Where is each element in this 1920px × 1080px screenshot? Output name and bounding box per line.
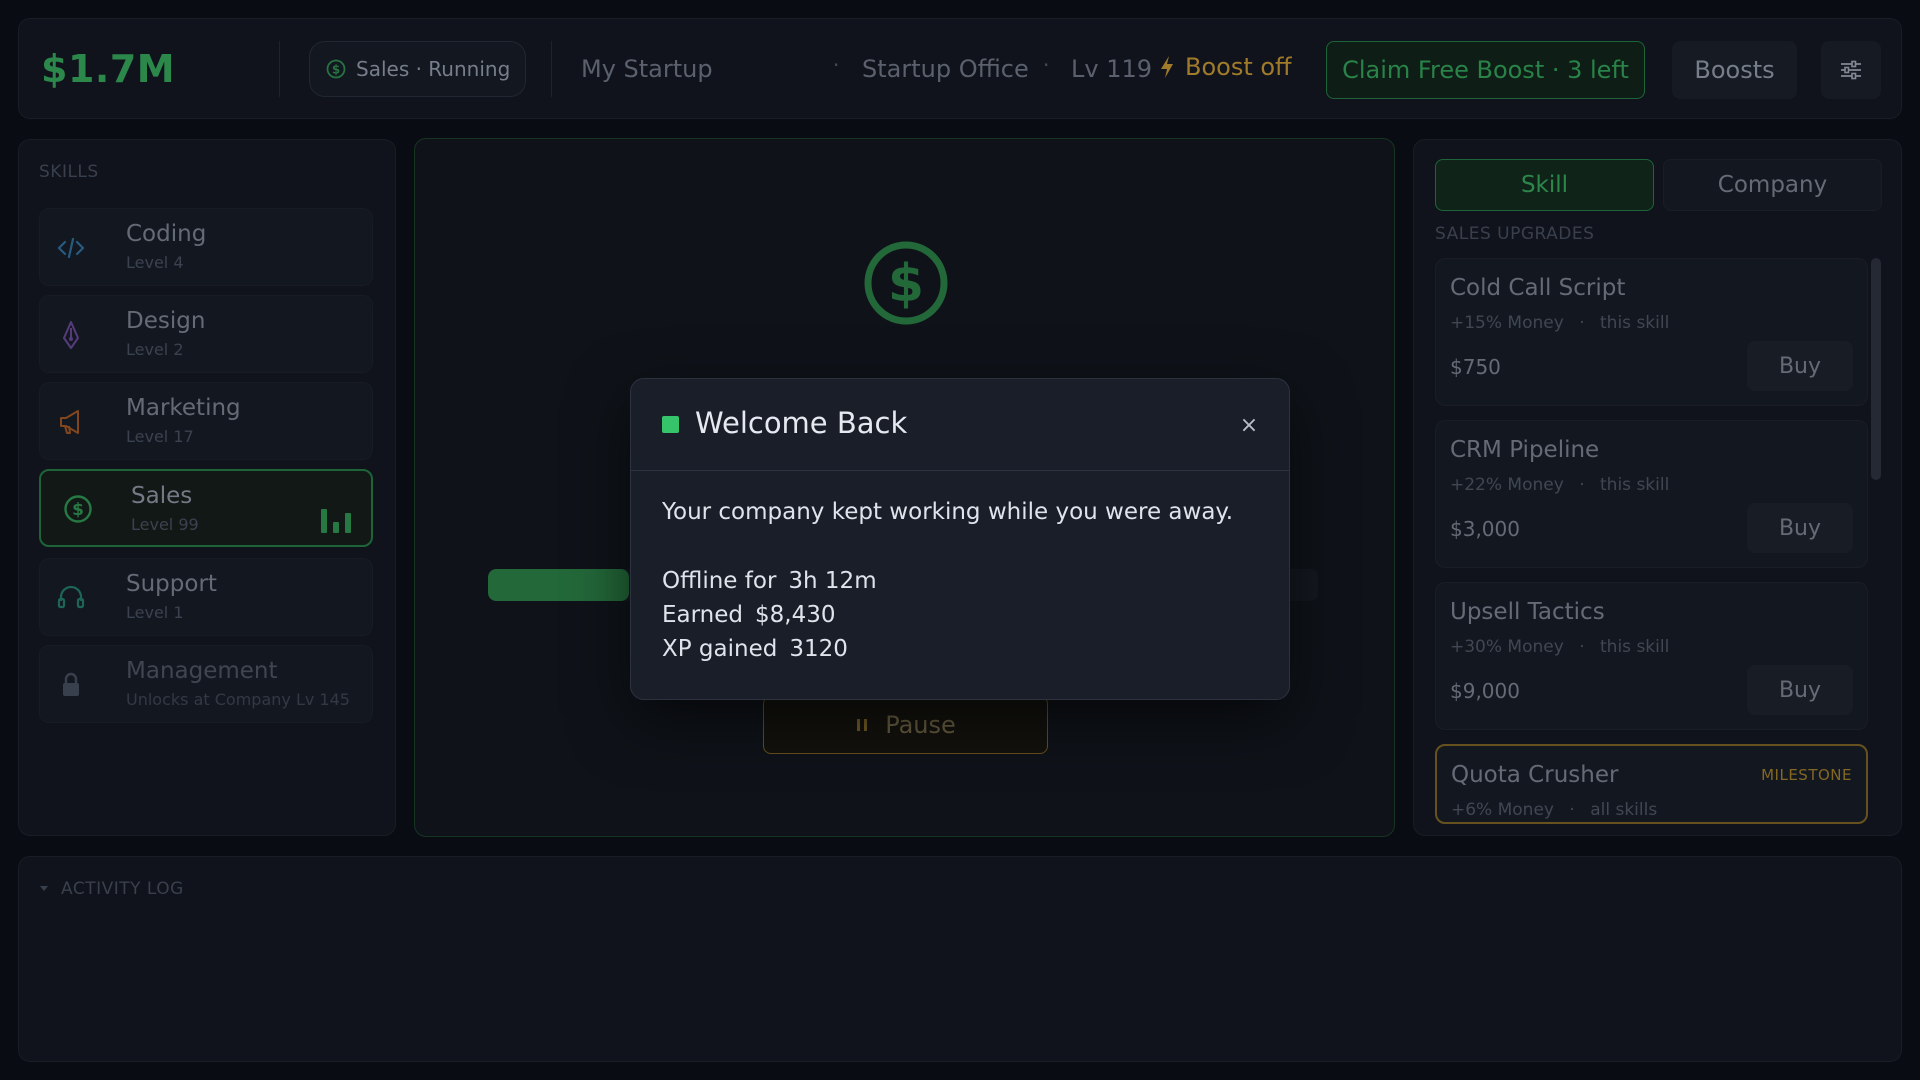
modal-message: Your company kept working while you were… — [662, 499, 1234, 525]
stat-earned: Earned $8,430 — [662, 602, 836, 628]
stat-xp-gained: XP gained 3120 — [662, 636, 848, 662]
stat-value: $8,430 — [755, 602, 836, 628]
welcome-back-modal: Welcome Back × Your company kept working… — [630, 378, 1290, 700]
close-button[interactable]: × — [1231, 407, 1267, 443]
modal-header: Welcome Back × — [631, 379, 1289, 471]
stat-label: Earned — [662, 602, 744, 628]
stat-value: 3120 — [789, 636, 848, 662]
stat-offline-time: Offline for 3h 12m — [662, 568, 877, 594]
status-square-icon — [662, 416, 679, 433]
stat-label: Offline for — [662, 568, 777, 594]
modal-title: Welcome Back — [695, 406, 908, 440]
stat-value: 3h 12m — [788, 568, 877, 594]
stat-label: XP gained — [662, 636, 778, 662]
